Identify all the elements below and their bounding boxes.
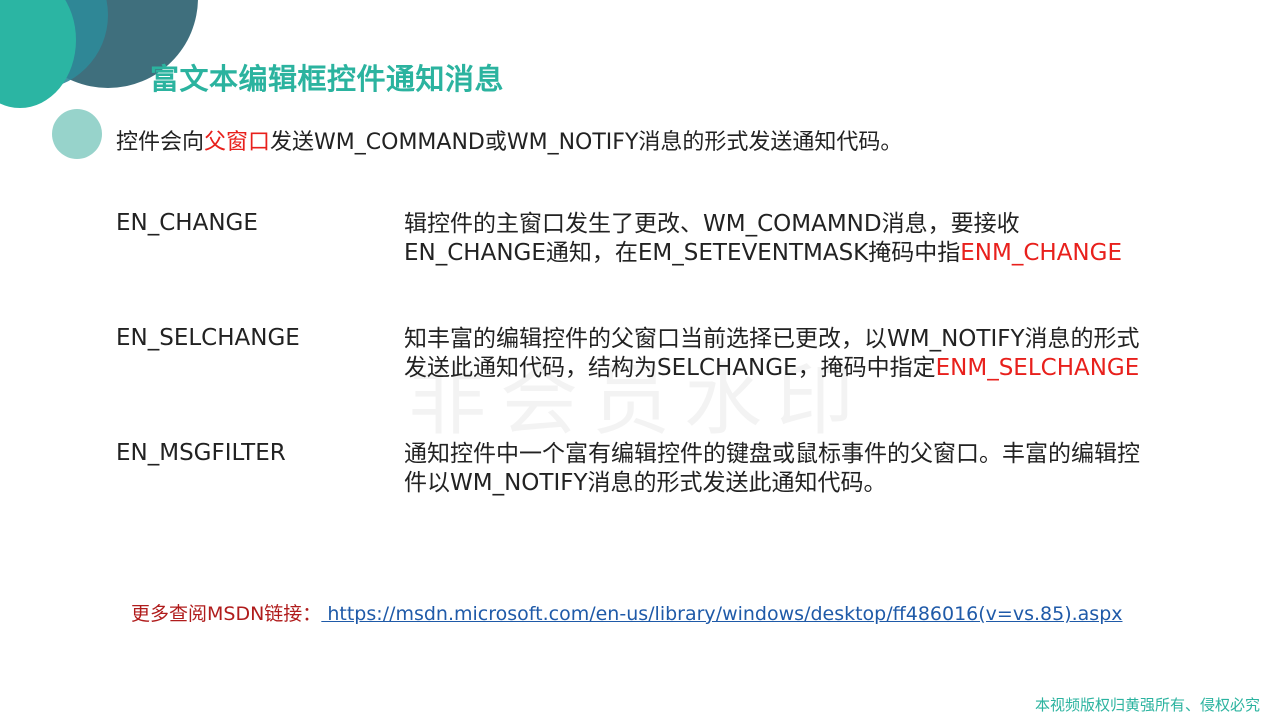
desc-line-highlight: ENM_CHANGE — [960, 240, 1122, 266]
msdn-reference: 更多查阅MSDN链接： https://msdn.microsoft.com/e… — [131, 599, 1123, 626]
intro-text: 控件会向父窗口发送WM_COMMAND或WM_NOTIFY消息的形式发送通知代码… — [116, 124, 902, 156]
intro-part2: 发送WM_COMMAND或WM_NOTIFY消息的形式发送通知代码。 — [270, 130, 903, 155]
desc-line: 通知控件中一个富有编辑控件的键盘或鼠标事件的父窗口。丰富的编辑控 — [404, 441, 1140, 467]
desc-line-highlight: ENM_SELCHANGE — [935, 355, 1140, 381]
slide: 富文本编辑框控件通知消息 控件会向父窗口发送WM_COMMAND或WM_NOTI… — [0, 0, 1280, 720]
msdn-link[interactable]: https://msdn.microsoft.com/en-us/library… — [321, 603, 1122, 625]
desc-line: 件以WM_NOTIFY消息的形式发送此通知代码。 — [404, 469, 1204, 498]
intro-part1: 控件会向 — [116, 130, 205, 155]
slide-title: 富文本编辑框控件通知消息 — [150, 62, 505, 96]
desc-en-change: 辑控件的主窗口发生了更改、WM_COMAMND消息，要接收 EN_CHANGE通… — [404, 210, 1204, 268]
desc-line-text: 发送此通知代码，结构为SELCHANGE，掩码中指定 — [404, 355, 936, 381]
desc-line: 发送此通知代码，结构为SELCHANGE，掩码中指定ENM_SELCHANGE — [404, 354, 1204, 383]
copyright-notice: 本视频版权归黄强所有、侵权必究 — [1034, 696, 1260, 714]
msdn-label: 更多查阅MSDN链接： — [131, 603, 322, 625]
bullet-circle-icon — [52, 109, 102, 159]
desc-line: 知丰富的编辑控件的父窗口当前选择已更改，以WM_NOTIFY消息的形式 — [404, 326, 1140, 352]
desc-line: 辑控件的主窗口发生了更改、WM_COMAMND消息，要接收 — [404, 211, 1020, 237]
desc-line-text: EN_CHANGE通知，在EM_SETEVENTMASK掩码中指 — [404, 240, 961, 266]
term-en-selchange: EN_SELCHANGE — [116, 325, 300, 351]
term-en-msgfilter: EN_MSGFILTER — [116, 440, 286, 466]
term-en-change: EN_CHANGE — [116, 210, 258, 236]
decorative-circle-teal — [0, 0, 76, 108]
intro-highlight: 父窗口 — [204, 130, 271, 155]
desc-en-msgfilter: 通知控件中一个富有编辑控件的键盘或鼠标事件的父窗口。丰富的编辑控 件以WM_NO… — [404, 440, 1204, 498]
desc-line: EN_CHANGE通知，在EM_SETEVENTMASK掩码中指ENM_CHAN… — [404, 239, 1204, 268]
desc-line-text: 件以WM_NOTIFY消息的形式发送此通知代码。 — [404, 470, 887, 496]
desc-en-selchange: 知丰富的编辑控件的父窗口当前选择已更改，以WM_NOTIFY消息的形式 发送此通… — [404, 325, 1204, 383]
